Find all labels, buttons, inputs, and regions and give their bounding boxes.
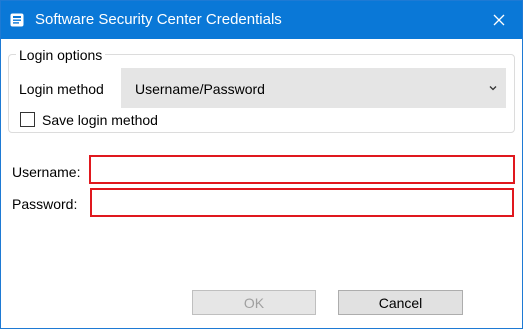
username-label: Username: [12, 164, 81, 180]
title-bar[interactable]: Software Security Center Credentials [1, 1, 522, 39]
cancel-button[interactable]: Cancel [338, 290, 463, 315]
password-input[interactable] [90, 188, 514, 217]
save-login-method-checkbox[interactable] [20, 112, 35, 127]
credentials-dialog: Software Security Center Credentials Log… [0, 0, 523, 329]
chevron-down-icon [489, 86, 497, 91]
close-button[interactable] [476, 1, 522, 39]
ok-button[interactable]: OK [192, 290, 316, 315]
username-input[interactable] [89, 155, 515, 184]
window-title: Software Security Center Credentials [35, 11, 282, 28]
app-window-icon [10, 13, 24, 27]
login-method-label: Login method [19, 81, 104, 97]
login-options-legend: Login options [16, 46, 106, 64]
close-icon [493, 14, 505, 26]
save-login-method-label[interactable]: Save login method [42, 111, 158, 129]
login-method-select[interactable]: Username/Password [121, 68, 506, 108]
password-label: Password: [12, 196, 78, 212]
login-method-value: Username/Password [135, 81, 265, 97]
